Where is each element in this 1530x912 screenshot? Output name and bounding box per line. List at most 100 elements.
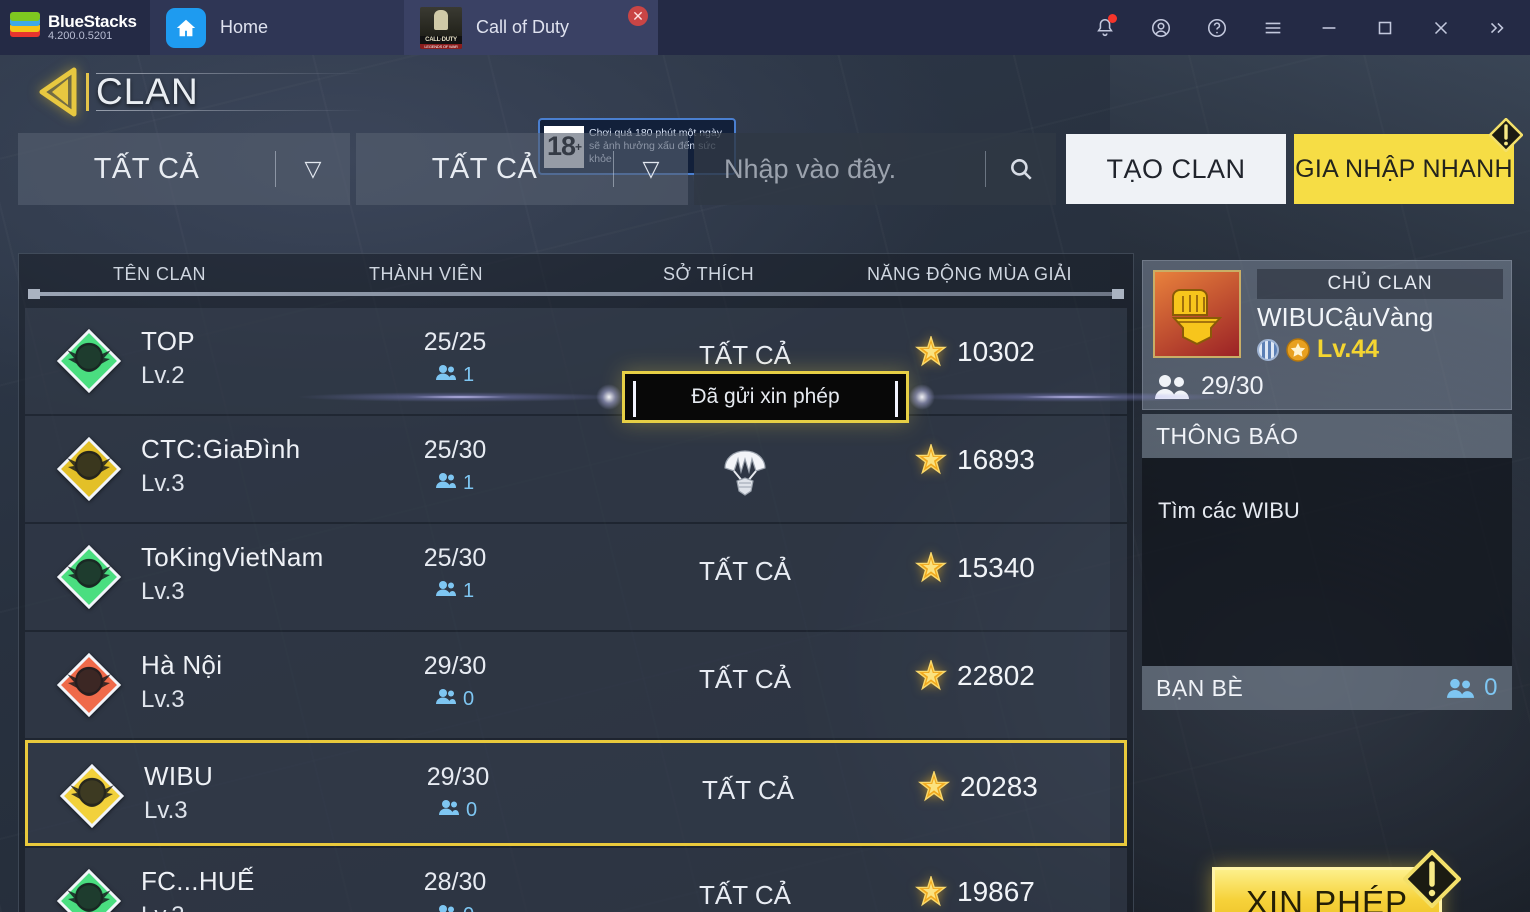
- clan-name: CTC:GiaĐình: [141, 434, 301, 464]
- table-row[interactable]: FC...HUẾ Lv.3 28/30 0 TẤT CẢ 19867: [25, 848, 1127, 912]
- notice-body: Tìm các WIBU: [1142, 458, 1512, 666]
- clan-online-count: 1: [462, 472, 475, 494]
- toast-tick-right: [895, 381, 898, 417]
- table-row[interactable]: Hà Nội Lv.3 29/30 0 TẤT CẢ 22802: [25, 632, 1127, 738]
- toast-message: Đã gửi xin phép: [691, 385, 840, 408]
- clan-owner-card: CHỦ CLAN WIBUCậuVàng Lv.44 29/30: [1142, 260, 1512, 410]
- clan-name: Hà Nội: [141, 650, 223, 680]
- horizontal-scrollbar[interactable]: [28, 289, 1124, 299]
- apply-button-label: XIN PHÉP: [1245, 884, 1409, 912]
- rank-badge-icon: [1257, 338, 1279, 361]
- clan-members: 25/25: [423, 328, 487, 356]
- clan-emblem-icon: [56, 328, 122, 394]
- flare-left-icon: [596, 384, 622, 410]
- page-title-wrap: CLAN: [84, 65, 366, 119]
- parachute-icon: [722, 448, 768, 507]
- clan-online-count: 1: [462, 580, 475, 602]
- clan-emblem-icon: [59, 763, 125, 829]
- help-icon[interactable]: [1192, 0, 1242, 55]
- clan-online-row: 0: [355, 688, 555, 711]
- clan-name: FC...HUẾ: [141, 866, 255, 896]
- filter-dropdown-2-value: TẤT CẢ: [431, 152, 538, 185]
- clan-activity: 22802: [914, 658, 1035, 692]
- brand-name: BlueStacks: [48, 11, 137, 31]
- clan-activity-value: 20283: [960, 771, 1038, 802]
- clan-activity: 16893: [914, 442, 1035, 476]
- clan-preference-label: TẤT CẢ: [699, 664, 791, 694]
- quick-join-button[interactable]: GIA NHẬP NHANH: [1294, 117, 1524, 204]
- clan-activity-value: 19867: [957, 876, 1035, 907]
- clan-level: Lv.3: [144, 797, 188, 824]
- clan-members: 28/30: [423, 868, 487, 896]
- clan-members: 29/30: [426, 763, 490, 791]
- clan-emblem-icon: [56, 868, 122, 912]
- activity-star-icon: [914, 334, 948, 368]
- warning-icon: [1402, 849, 1462, 909]
- clan-online-count: 0: [462, 688, 475, 710]
- clan-preference: TẤT CẢ: [585, 880, 905, 911]
- filter-bar: TẤT CẢ ▽ TẤT CẢ ▽ Nhập vào đây. TẠO CLAN…: [0, 117, 1530, 205]
- menu-icon[interactable]: [1248, 0, 1298, 55]
- friends-title-label: BẠN BÈ: [1156, 674, 1244, 701]
- owner-level-row: Lv.44: [1257, 333, 1503, 364]
- clan-members: 25/30: [423, 436, 487, 464]
- search-input[interactable]: Nhập vào đây.: [694, 154, 985, 185]
- filter-dropdown-2[interactable]: TẤT CẢ ▽: [356, 133, 688, 205]
- owner-avatar[interactable]: [1153, 270, 1241, 358]
- tab-home-label: Home: [220, 17, 269, 37]
- clan-preference: TẤT CẢ: [585, 664, 905, 695]
- clan-preference-label: TẤT CẢ: [699, 556, 791, 586]
- title-accent-bar: [86, 73, 89, 111]
- clan-preference: TẤT CẢ: [585, 340, 905, 371]
- online-members-icon: [435, 580, 456, 603]
- minimize-icon[interactable]: [1304, 0, 1354, 55]
- bluestacks-titlebar: BlueStacks 4.200.0.5201 Home CALL·DUTY L…: [0, 0, 1530, 55]
- close-window-icon[interactable]: [1416, 0, 1466, 55]
- clan-preference: [585, 448, 905, 507]
- titlebar-icons: [1080, 0, 1530, 55]
- table-row[interactable]: WIBU Lv.3 29/30 0 TẤT CẢ 20283: [25, 740, 1127, 846]
- clan-online-count: 1: [462, 364, 475, 386]
- clan-activity-value: 10302: [957, 336, 1035, 367]
- clan-preference-label: TẤT CẢ: [699, 340, 791, 370]
- search-box[interactable]: Nhập vào đây.: [694, 133, 1056, 205]
- clan-name: ToKingVietNam: [141, 542, 324, 572]
- clan-emblem-icon: [56, 652, 122, 718]
- account-icon[interactable]: [1136, 0, 1186, 55]
- notification-bell-icon[interactable]: [1080, 0, 1130, 55]
- maximize-icon[interactable]: [1360, 0, 1410, 55]
- bluestacks-logo-icon: [10, 11, 40, 43]
- close-icon[interactable]: ✕: [628, 6, 648, 26]
- online-members-icon: [436, 904, 456, 912]
- clan-members: 29/30: [423, 652, 487, 680]
- table-row[interactable]: ToKingVietNam Lv.3 25/30 1 TẤT CẢ 15340: [25, 524, 1127, 630]
- create-clan-button[interactable]: TẠO CLAN: [1066, 134, 1286, 204]
- column-header-activity: NĂNG ĐỘNG MÙA GIẢI: [867, 264, 1073, 284]
- page-title: CLAN: [96, 71, 199, 112]
- chevron-down-icon: ▽: [642, 156, 660, 181]
- table-row[interactable]: CTC:GiaĐình Lv.3 25/30 1 16893: [25, 416, 1127, 522]
- tab-call-of-duty[interactable]: CALL·DUTY LEGENDS OF WAR Call of Duty ✕: [404, 0, 658, 55]
- notice-text: Tìm các WIBU: [1158, 498, 1300, 523]
- column-header-name: TÊN CLAN: [113, 264, 207, 284]
- activity-star-icon: [914, 442, 948, 476]
- tab-home[interactable]: Home: [150, 0, 404, 55]
- clan-name: WIBU: [144, 761, 214, 791]
- clan-level: Lv.2: [141, 362, 185, 389]
- back-arrow-icon[interactable]: [34, 66, 80, 118]
- clan-detail-panel: CHỦ CLAN WIBUCậuVàng Lv.44 29/30 THÔNG B…: [1142, 260, 1512, 710]
- toast-notification: Đã gửi xin phép: [596, 371, 935, 423]
- online-members-icon: [435, 688, 456, 711]
- friends-icon: [1447, 678, 1475, 698]
- more-chevrons-icon[interactable]: [1472, 0, 1522, 55]
- star-badge-icon: [1286, 337, 1310, 362]
- activity-star-icon: [914, 658, 948, 692]
- online-members-icon: [435, 472, 456, 495]
- clan-emblem-icon: [56, 544, 122, 610]
- clan-online-row: 0: [355, 904, 555, 912]
- clan-online-row: 1: [355, 364, 555, 387]
- search-icon[interactable]: [986, 156, 1056, 182]
- filter-dropdown-1[interactable]: TẤT CẢ ▽: [18, 133, 350, 205]
- clan-header: CLAN: [34, 65, 366, 119]
- apply-button[interactable]: XIN PHÉP: [1212, 849, 1462, 912]
